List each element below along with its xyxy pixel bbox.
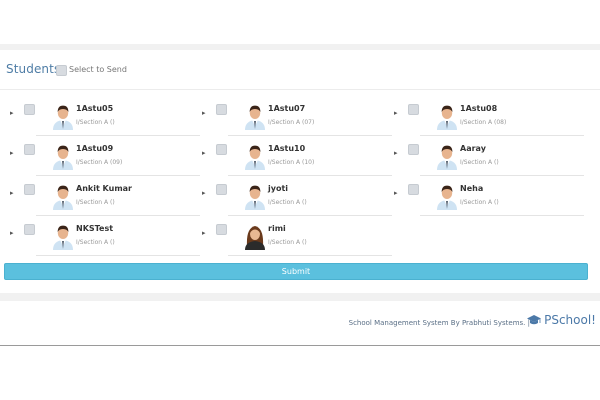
card-divider: [228, 255, 392, 256]
bottom-divider-strip: [0, 293, 600, 301]
student-section: I/Section A (): [76, 239, 115, 246]
card-divider: [420, 215, 584, 216]
student-name: 1Astu08: [460, 104, 498, 113]
student-section: I/Section A (): [460, 159, 499, 166]
footer-brand[interactable]: PSchool!: [527, 313, 596, 327]
student-section: I/Section A (): [268, 199, 307, 206]
card-divider: [228, 135, 392, 136]
male-student-avatar-icon: [52, 142, 74, 170]
expand-caret-icon[interactable]: ▸: [10, 229, 14, 237]
expand-caret-icon[interactable]: ▸: [202, 229, 206, 237]
card-divider: [36, 175, 200, 176]
student-name: 1Astu09: [76, 144, 114, 153]
student-checkbox[interactable]: [216, 184, 227, 195]
male-student-avatar-icon: [244, 182, 266, 210]
student-card[interactable]: ▸ jyoti I/Section A (): [202, 180, 394, 220]
student-section: I/Section A (): [460, 199, 499, 206]
expand-caret-icon[interactable]: ▸: [10, 149, 14, 157]
student-section: I/Section A (08): [460, 119, 507, 126]
student-checkbox[interactable]: [24, 144, 35, 155]
male-student-avatar-icon: [436, 102, 458, 130]
student-card[interactable]: ▸ 1Astu08 I/Section A (08): [394, 100, 586, 140]
student-section: I/Section A (): [76, 199, 115, 206]
student-checkbox[interactable]: [408, 144, 419, 155]
student-checkbox[interactable]: [408, 104, 419, 115]
student-checkbox[interactable]: [216, 144, 227, 155]
select-to-send-label: Select to Send: [69, 65, 127, 74]
male-student-avatar-icon: [244, 142, 266, 170]
expand-caret-icon[interactable]: ▸: [202, 109, 206, 117]
student-name: NKSTest: [76, 224, 114, 233]
card-divider: [36, 215, 200, 216]
expand-caret-icon[interactable]: ▸: [202, 149, 206, 157]
student-checkbox[interactable]: [24, 224, 35, 235]
student-card[interactable]: ▸ 1Astu07 I/Section A (07): [202, 100, 394, 140]
student-checkbox[interactable]: [216, 224, 227, 235]
student-name: Ankit Kumar: [76, 184, 132, 193]
student-card[interactable]: ▸ Neha I/Section A (): [394, 180, 586, 220]
select-to-send-checkbox[interactable]: [56, 65, 67, 76]
student-card[interactable]: ▸ 1Astu10 I/Section A (10): [202, 140, 394, 180]
expand-caret-icon[interactable]: ▸: [10, 189, 14, 197]
expand-caret-icon[interactable]: ▸: [394, 189, 398, 197]
student-name: 1Astu07: [268, 104, 306, 113]
student-section: I/Section A (09): [76, 159, 123, 166]
student-section: I/Section A (): [268, 239, 307, 246]
brand-name: PSchool!: [544, 313, 596, 327]
student-name: 1Astu10: [268, 144, 306, 153]
students-panel: Students Select to Send ▸ 1Astu05 I/Sectio…: [0, 50, 600, 293]
student-name: Neha: [460, 184, 484, 193]
student-card[interactable]: ▸ 1Astu09 I/Section A (09): [10, 140, 202, 180]
student-name: Aaray: [460, 144, 486, 153]
male-student-avatar-icon: [52, 102, 74, 130]
card-divider: [228, 175, 392, 176]
student-name: 1Astu05: [76, 104, 114, 113]
student-section: I/Section A (07): [268, 119, 315, 126]
student-section: I/Section A (10): [268, 159, 315, 166]
expand-caret-icon[interactable]: ▸: [10, 109, 14, 117]
student-card[interactable]: ▸ Ankit Kumar I/Section A (): [10, 180, 202, 220]
male-student-avatar-icon: [52, 222, 74, 250]
expand-caret-icon[interactable]: ▸: [394, 149, 398, 157]
student-checkbox[interactable]: [408, 184, 419, 195]
students-panel-header: Students Select to Send: [0, 50, 600, 90]
student-section: I/Section A (): [76, 119, 115, 126]
male-student-avatar-icon: [52, 182, 74, 210]
graduation-cap-icon: [527, 315, 542, 325]
male-student-avatar-icon: [436, 142, 458, 170]
footer-credit-text: School Management System By Prabhuti Sys…: [348, 319, 530, 327]
expand-caret-icon[interactable]: ▸: [394, 109, 398, 117]
page-footer: School Management System By Prabhuti Sys…: [0, 301, 600, 346]
card-divider: [420, 175, 584, 176]
student-checkbox[interactable]: [24, 184, 35, 195]
card-divider: [228, 215, 392, 216]
student-checkbox[interactable]: [24, 104, 35, 115]
submit-button[interactable]: Submit: [4, 263, 588, 280]
student-card[interactable]: ▸ NKSTest I/Section A (): [10, 220, 202, 260]
student-card[interactable]: ▸ 1Astu05 I/Section A (): [10, 100, 202, 140]
student-name: jyoti: [268, 184, 289, 193]
student-name: rimi: [268, 224, 286, 233]
male-student-avatar-icon: [436, 182, 458, 210]
student-checkbox[interactable]: [216, 104, 227, 115]
panel-title: Students: [6, 62, 61, 76]
card-divider: [420, 135, 584, 136]
student-card[interactable]: ▸ rimi I/Section A (): [202, 220, 394, 260]
student-card[interactable]: ▸ Aaray I/Section A (): [394, 140, 586, 180]
card-divider: [36, 255, 200, 256]
expand-caret-icon[interactable]: ▸: [202, 189, 206, 197]
female-student-avatar-icon: [244, 222, 266, 250]
male-student-avatar-icon: [244, 102, 266, 130]
card-divider: [36, 135, 200, 136]
